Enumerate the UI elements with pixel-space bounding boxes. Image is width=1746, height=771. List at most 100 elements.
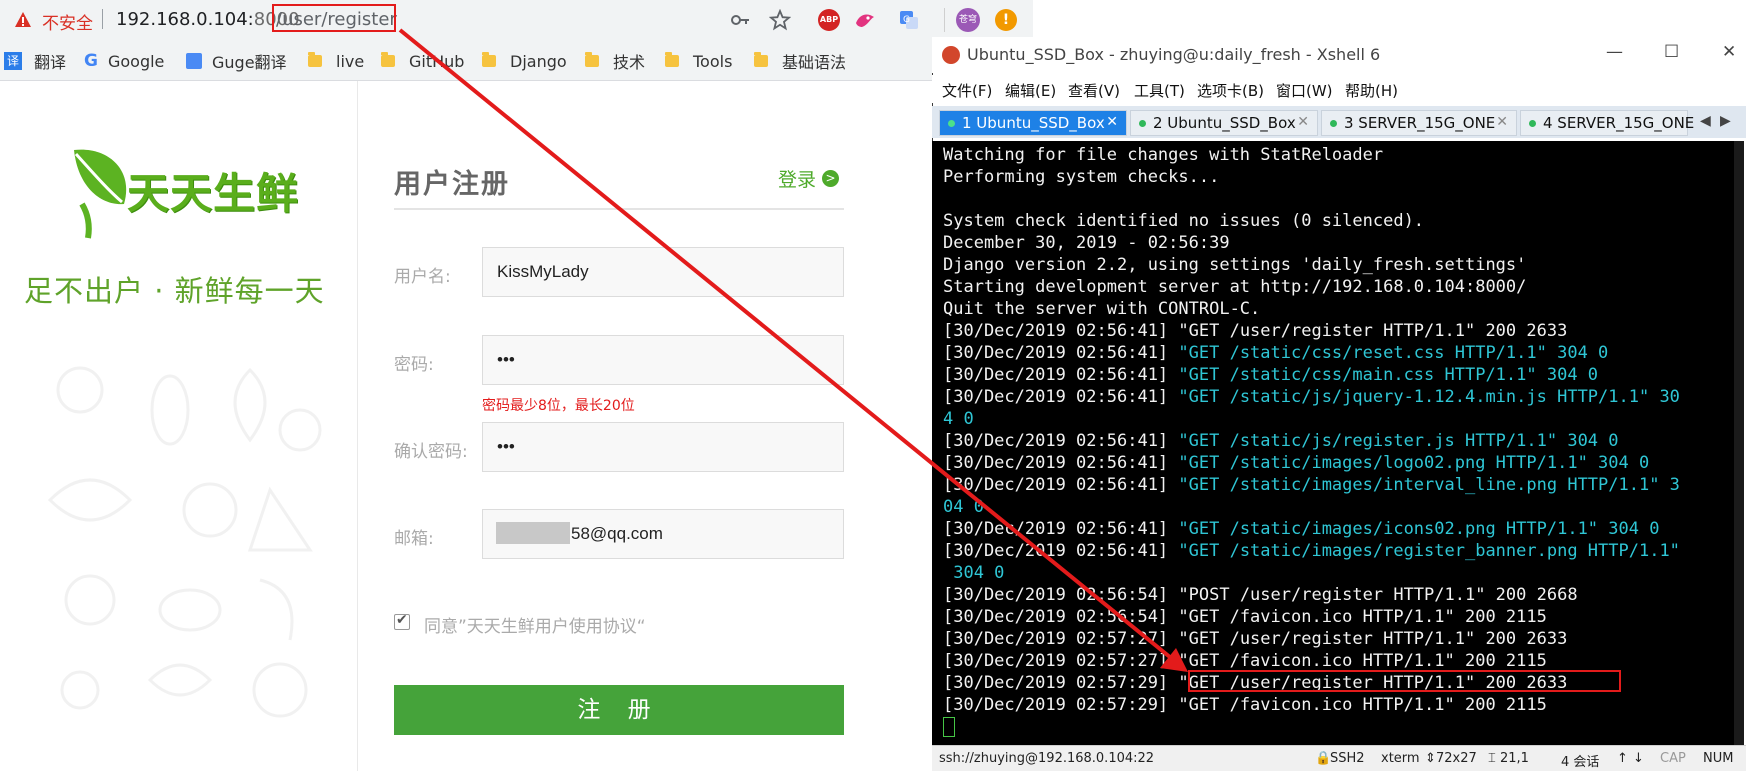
log-timestamp: [30/Dec/2019 02:56:41] [943,431,1179,451]
menu-help[interactable]: 帮助(H) [1345,80,1398,101]
log-timestamp: [30/Dec/2019 02:56:41] [943,453,1179,473]
tab-label: 2 Ubuntu_SSD_Box [1153,114,1296,132]
tab-label: 1 Ubuntu_SSD_Box [962,114,1105,132]
menu-edit[interactable]: 编辑(E) [1005,80,1056,101]
log-text: December 30, 2019 - 02:56:39 [943,233,1230,253]
title-divider [394,208,844,210]
bookmark-tech[interactable]: 技术 [585,50,645,72]
translate-extension-icon[interactable]: G [898,9,920,31]
svg-text:G: G [903,15,910,25]
terminal-line: Django version 2.2, using settings 'dail… [943,254,1526,276]
log-timestamp: [30/Dec/2019 02:56:41] [943,343,1179,363]
terminal-scrollbar[interactable] [1734,141,1744,745]
password-input[interactable] [482,335,844,385]
log-timestamp: [30/Dec/2019 02:56:54] [943,585,1179,605]
tab-close-icon[interactable]: ✕ [1496,114,1508,130]
update-icon[interactable]: ! [995,9,1017,31]
log-text: Django version 2.2, using settings 'dail… [943,255,1527,275]
username-input[interactable] [482,247,844,297]
bookmark-guge[interactable]: Guge翻译 [186,50,287,72]
log-text: Starting development server at http://19… [943,277,1527,297]
bookmark-grammar[interactable]: 基础语法 [754,50,846,72]
minimize-icon[interactable]: — [1606,42,1623,62]
terminal-line: [30/Dec/2019 02:56:41] "GET /user/regist… [943,320,1567,342]
log-text: Watching for file changes with StatReloa… [943,145,1384,165]
status-size: 72x27 [1436,751,1477,766]
menu-file[interactable]: 文件(F) [942,80,992,101]
log-text: Quit the server with CONTROL-C. [943,299,1261,319]
key-icon[interactable] [729,9,751,31]
tab-close-icon[interactable]: ✕ [1106,114,1118,130]
google-icon: G [84,51,98,71]
session-tab-2[interactable]: 2 Ubuntu_SSD_Box ✕ [1130,110,1318,136]
bookmark-label: Guge翻译 [212,53,287,72]
terminal-line: 04 0 [943,496,984,518]
log-text: System check identified no issues (0 sil… [943,211,1425,231]
menu-tabs[interactable]: 选项卡(B) [1197,80,1264,101]
terminal-line: Performing system checks... [943,166,1219,188]
log-static-request: "GET /static/images/logo02.png HTTP/1.1"… [1178,453,1650,473]
tab-scroll-right-icon[interactable]: ▶ [1720,113,1731,129]
profile-avatar[interactable]: 苍穹 [956,8,980,32]
bookmark-google[interactable]: G Google [84,50,164,72]
form-title: 用户注册 [394,169,510,200]
tab-scroll-left-icon[interactable]: ◀ [1700,113,1711,129]
menu-window[interactable]: 窗口(W) [1276,80,1333,101]
xshell-title: Ubuntu_SSD_Box - zhuying@u:daily_fresh -… [967,45,1381,64]
terminal-line: [30/Dec/2019 02:56:41] "GET /static/css/… [943,342,1608,364]
terminal-line: [30/Dec/2019 02:57:29] "GET /favicon.ico… [943,694,1547,716]
url-host-text: 192.168.0.104: [116,9,254,30]
session-tab-1[interactable]: 1 Ubuntu_SSD_Box ✕ [939,110,1127,136]
login-link[interactable]: 登录 > [778,165,840,192]
bookmark-label: Google [107,51,165,71]
bookmark-translate[interactable]: 译 翻译 [4,50,66,72]
status-protocol: SSH2 [1330,751,1365,766]
terminal-line: 304 0 [943,562,1004,584]
agree-checkbox[interactable] [394,612,410,630]
log-static-request: 04 0 [943,497,984,517]
terminal-line: [30/Dec/2019 02:56:54] "GET /favicon.ico… [943,606,1547,628]
bookmark-label: 翻译 [34,53,67,72]
xshell-app-icon [942,46,960,64]
terminal-line: [30/Dec/2019 02:56:54] "POST /user/regis… [943,584,1578,606]
log-text: "GET /user/register HTTP/1.1" 200 2633 [1178,321,1568,341]
menu-view[interactable]: 查看(V) [1068,80,1120,101]
adblock-icon[interactable]: ABP [818,9,840,31]
insecure-label[interactable]: 不安全 [42,9,93,34]
tab-close-icon[interactable]: ✕ [1297,114,1309,130]
connected-dot-icon [948,119,955,127]
terminal-line: [30/Dec/2019 02:56:41] "GET /static/imag… [943,452,1649,474]
log-timestamp: [30/Dec/2019 02:56:54] [943,607,1179,627]
upload-arrow-icon: ↑ [1617,751,1628,766]
bookmark-tools[interactable]: Tools [665,50,732,72]
username-label: 用户名: [394,267,451,287]
status-num: NUM [1703,751,1734,766]
log-timestamp: [30/Dec/2019 02:56:41] [943,475,1179,495]
folder-icon [381,52,395,67]
bookmark-django[interactable]: Django [482,50,567,72]
log-static-request: "GET /static/images/icons02.png HTTP/1.1… [1178,519,1660,539]
menu-tools[interactable]: 工具(T) [1134,80,1185,101]
arrow-right-icon: > [822,170,840,187]
session-tab-3[interactable]: 3 SERVER_15G_ONE ✕ [1321,110,1517,136]
confirm-password-input[interactable] [482,422,844,472]
bookmark-live[interactable]: live [308,50,364,72]
slogan: 足不出户 · 新鲜每一天 [24,274,325,308]
star-icon[interactable] [769,9,791,31]
log-static-request: "GET /static/js/register.js HTTP/1.1" 30… [1178,431,1619,451]
bookmark-label: Django [510,51,567,71]
folder-icon [308,52,322,67]
agree-text[interactable]: 同意”天天生鲜用户使用协议“ [424,612,646,637]
bookmark-label: live [336,51,365,71]
log-static-request: 4 0 [943,409,974,429]
confirm-password-label: 确认密码: [394,442,468,462]
password-error: 密码最少8位，最长20位 [482,398,635,414]
bird-extension-icon[interactable] [854,9,876,31]
bookmark-github[interactable]: GitHub [381,50,464,72]
close-icon[interactable]: ✕ [1722,42,1736,62]
log-timestamp: [30/Dec/2019 02:56:41] [943,541,1179,561]
maximize-icon[interactable]: ☐ [1664,42,1679,62]
register-submit-button[interactable]: 注 册 [394,685,844,735]
session-tab-4[interactable]: 4 SERVER_15G_ONE [1520,110,1694,136]
status-sessions: 4 会话 [1561,755,1600,770]
